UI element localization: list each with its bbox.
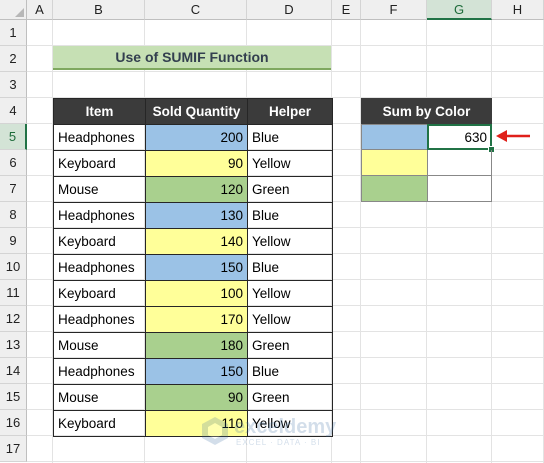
- item-cell[interactable]: Mouse: [53, 332, 146, 359]
- sold-quantity-cell[interactable]: 140: [145, 228, 248, 255]
- sold-quantity-cell[interactable]: 150: [145, 254, 248, 281]
- gridline-horizontal: [27, 461, 544, 462]
- table-header-sold-quantity[interactable]: Sold Quantity: [145, 98, 248, 125]
- row-header-4[interactable]: 4: [0, 98, 27, 124]
- helper-cell[interactable]: Blue: [247, 358, 333, 385]
- row-header-15[interactable]: 15: [0, 384, 27, 410]
- sold-quantity-cell[interactable]: 130: [145, 202, 248, 229]
- row-header-12[interactable]: 12: [0, 306, 27, 332]
- item-cell[interactable]: Keyboard: [53, 228, 146, 255]
- sold-quantity-cell[interactable]: 150: [145, 358, 248, 385]
- sum-cell[interactable]: [427, 176, 492, 202]
- select-all-corner[interactable]: [0, 0, 27, 20]
- sold-quantity-cell[interactable]: 90: [145, 150, 248, 177]
- row-header-7[interactable]: 7: [0, 176, 27, 202]
- column-header-h[interactable]: H: [492, 0, 544, 20]
- sold-quantity-cell[interactable]: 100: [145, 280, 248, 307]
- row-header-6[interactable]: 6: [0, 150, 27, 176]
- item-cell[interactable]: Headphones: [53, 202, 146, 229]
- helper-cell[interactable]: Green: [247, 384, 333, 411]
- row-header-17[interactable]: 17: [0, 436, 27, 462]
- column-header-c[interactable]: C: [145, 0, 247, 20]
- sum-cell[interactable]: [427, 150, 492, 176]
- row-header-8[interactable]: 8: [0, 202, 27, 228]
- row-header-14[interactable]: 14: [0, 358, 27, 384]
- helper-cell[interactable]: Blue: [247, 202, 333, 229]
- row-header-2[interactable]: 2: [0, 46, 27, 72]
- helper-cell[interactable]: Green: [247, 176, 333, 203]
- row-header-9[interactable]: 9: [0, 228, 27, 254]
- watermark-tagline: EXCEL · DATA · BI: [236, 438, 321, 447]
- item-cell[interactable]: Headphones: [53, 124, 146, 151]
- column-header-b[interactable]: B: [53, 0, 145, 20]
- sold-quantity-cell[interactable]: 180: [145, 332, 248, 359]
- helper-cell[interactable]: Blue: [247, 254, 333, 281]
- row-header-3[interactable]: 3: [0, 72, 27, 98]
- sheet-title[interactable]: Use of SUMIF Function: [53, 46, 331, 70]
- item-cell[interactable]: Keyboard: [53, 150, 146, 177]
- column-header-f[interactable]: F: [361, 0, 427, 20]
- column-header-a[interactable]: A: [27, 0, 53, 20]
- item-cell[interactable]: Keyboard: [53, 280, 146, 307]
- column-header-d[interactable]: D: [247, 0, 332, 20]
- color-swatch-cell[interactable]: [361, 150, 427, 176]
- helper-cell[interactable]: Blue: [247, 124, 333, 151]
- sum-by-color-header[interactable]: Sum by Color: [361, 98, 492, 124]
- helper-cell[interactable]: Yellow: [247, 306, 333, 333]
- gridline-vertical: [491, 20, 492, 463]
- item-cell[interactable]: Headphones: [53, 358, 146, 385]
- helper-cell[interactable]: Yellow: [247, 410, 333, 437]
- active-sum-cell[interactable]: 630: [427, 124, 492, 150]
- row-header-11[interactable]: 11: [0, 280, 27, 306]
- sold-quantity-cell[interactable]: 90: [145, 384, 248, 411]
- gridline-vertical: [426, 20, 427, 463]
- sold-quantity-cell[interactable]: 170: [145, 306, 248, 333]
- item-cell[interactable]: Mouse: [53, 176, 146, 203]
- row-header-1[interactable]: 1: [0, 20, 27, 46]
- gridline-vertical: [360, 20, 361, 463]
- helper-cell[interactable]: Yellow: [247, 150, 333, 177]
- row-header-13[interactable]: 13: [0, 332, 27, 358]
- helper-cell[interactable]: Yellow: [247, 280, 333, 307]
- red-arrow-icon: [496, 130, 530, 142]
- item-cell[interactable]: Headphones: [53, 306, 146, 333]
- sold-quantity-cell[interactable]: 200: [145, 124, 248, 151]
- sold-quantity-cell[interactable]: 110: [145, 410, 248, 437]
- gridline-horizontal: [27, 71, 544, 72]
- color-swatch-cell[interactable]: [361, 124, 427, 150]
- column-header-e[interactable]: E: [332, 0, 361, 20]
- helper-cell[interactable]: Green: [247, 332, 333, 359]
- row-header-16[interactable]: 16: [0, 410, 27, 436]
- spreadsheet-grid: ABCDEFGH 1 2 3 4 5 6 7 8 9 10 11 12 13 14 15 16 17 Use o…: [0, 0, 544, 463]
- item-cell[interactable]: Keyboard: [53, 410, 146, 437]
- row-header-10[interactable]: 10: [0, 254, 27, 280]
- item-cell[interactable]: Headphones: [53, 254, 146, 281]
- table-header-helper[interactable]: Helper: [247, 98, 333, 125]
- helper-cell[interactable]: Yellow: [247, 228, 333, 255]
- column-header-g[interactable]: G: [427, 0, 492, 20]
- sold-quantity-cell[interactable]: 120: [145, 176, 248, 203]
- table-header-item[interactable]: Item: [53, 98, 146, 125]
- color-swatch-cell[interactable]: [361, 176, 427, 202]
- item-cell[interactable]: Mouse: [53, 384, 146, 411]
- row-header-5[interactable]: 5: [0, 124, 27, 150]
